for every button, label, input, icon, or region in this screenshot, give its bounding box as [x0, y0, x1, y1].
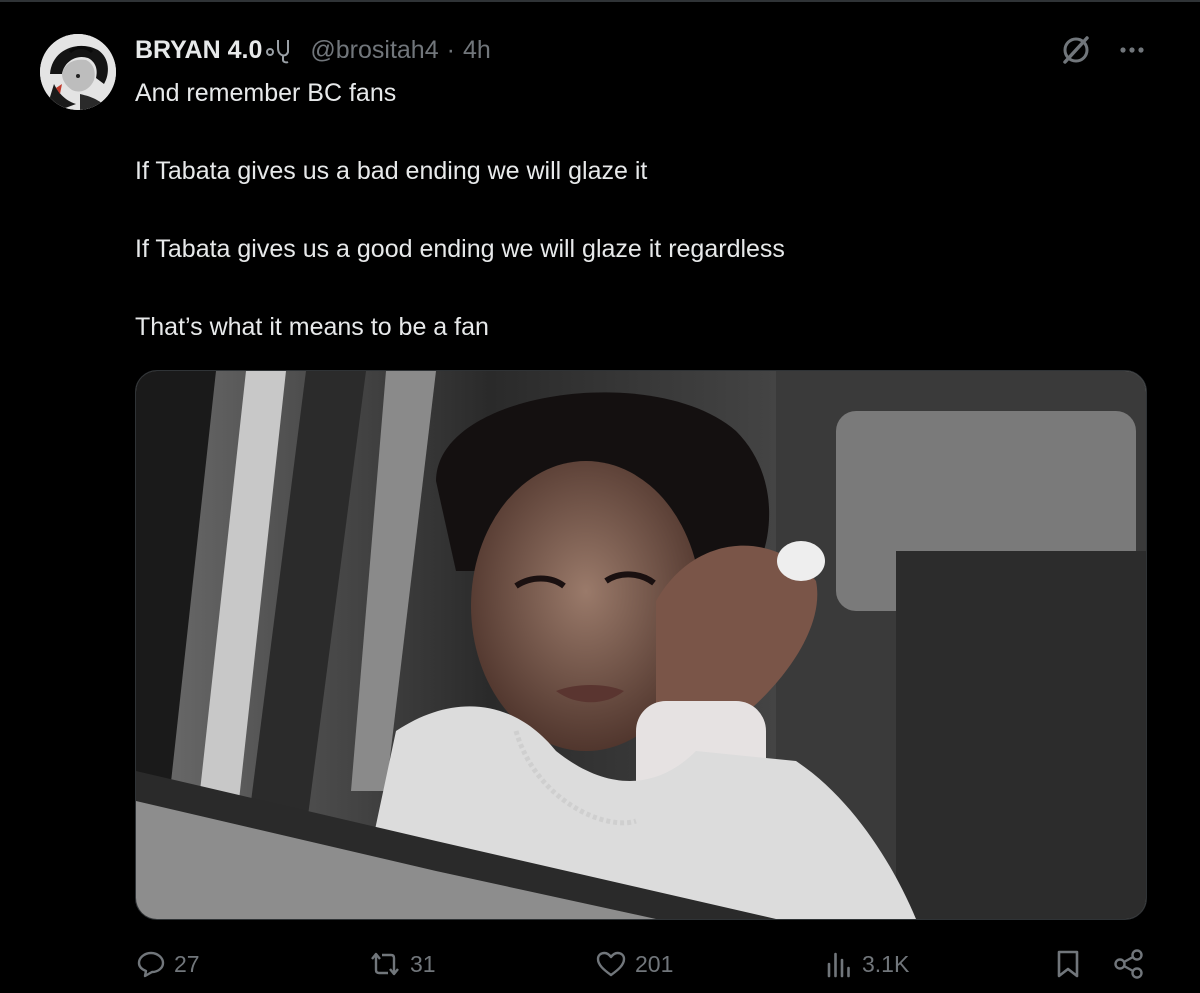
user-handle[interactable]: @brositah4 — [310, 36, 438, 65]
bookmark-icon — [1057, 950, 1079, 978]
stethoscope-emoji-icon — [264, 36, 300, 64]
repost-icon — [371, 952, 399, 976]
share-button[interactable] — [1112, 942, 1154, 986]
separator-dot: · — [446, 35, 455, 64]
like-count: 201 — [635, 950, 674, 977]
post-text-line: And remember BC fans — [135, 79, 397, 107]
post-text-line: If Tabata gives us a bad ending we will … — [135, 157, 648, 185]
repost-count: 31 — [410, 950, 436, 977]
post-text: And remember BC fans If Tabata gives us … — [135, 76, 1135, 388]
post-image[interactable] — [135, 370, 1147, 920]
reply-button[interactable]: 27 — [136, 942, 200, 986]
more-icon[interactable] — [1112, 30, 1152, 70]
grok-icon[interactable] — [1056, 30, 1096, 70]
reply-icon — [137, 951, 165, 978]
avatar[interactable] — [40, 34, 116, 110]
views-icon — [827, 952, 850, 978]
post-text-line: That’s what it means to be a fan — [135, 313, 489, 341]
timestamp[interactable]: 4h — [463, 36, 491, 65]
bookmark-button[interactable] — [1052, 942, 1092, 986]
post-text-line: If Tabata gives us a good ending we will… — [135, 235, 785, 263]
action-bar: 27 31 201 3.1K — [0, 942, 1200, 986]
post-container: BRYAN 4.0 @brositah4 · 4h And remember B… — [0, 0, 1200, 993]
like-button[interactable]: 201 — [595, 942, 673, 986]
reply-count: 27 — [174, 950, 200, 977]
heart-icon — [596, 951, 626, 977]
share-icon — [1114, 949, 1143, 979]
divider — [0, 0, 1200, 2]
view-count: 3.1K — [862, 950, 910, 977]
repost-button[interactable]: 31 — [368, 942, 436, 986]
display-name[interactable]: BRYAN 4.0 — [135, 36, 262, 65]
post-header: BRYAN 4.0 @brositah4 · 4h — [135, 34, 491, 66]
views-button[interactable]: 3.1K — [824, 942, 909, 986]
